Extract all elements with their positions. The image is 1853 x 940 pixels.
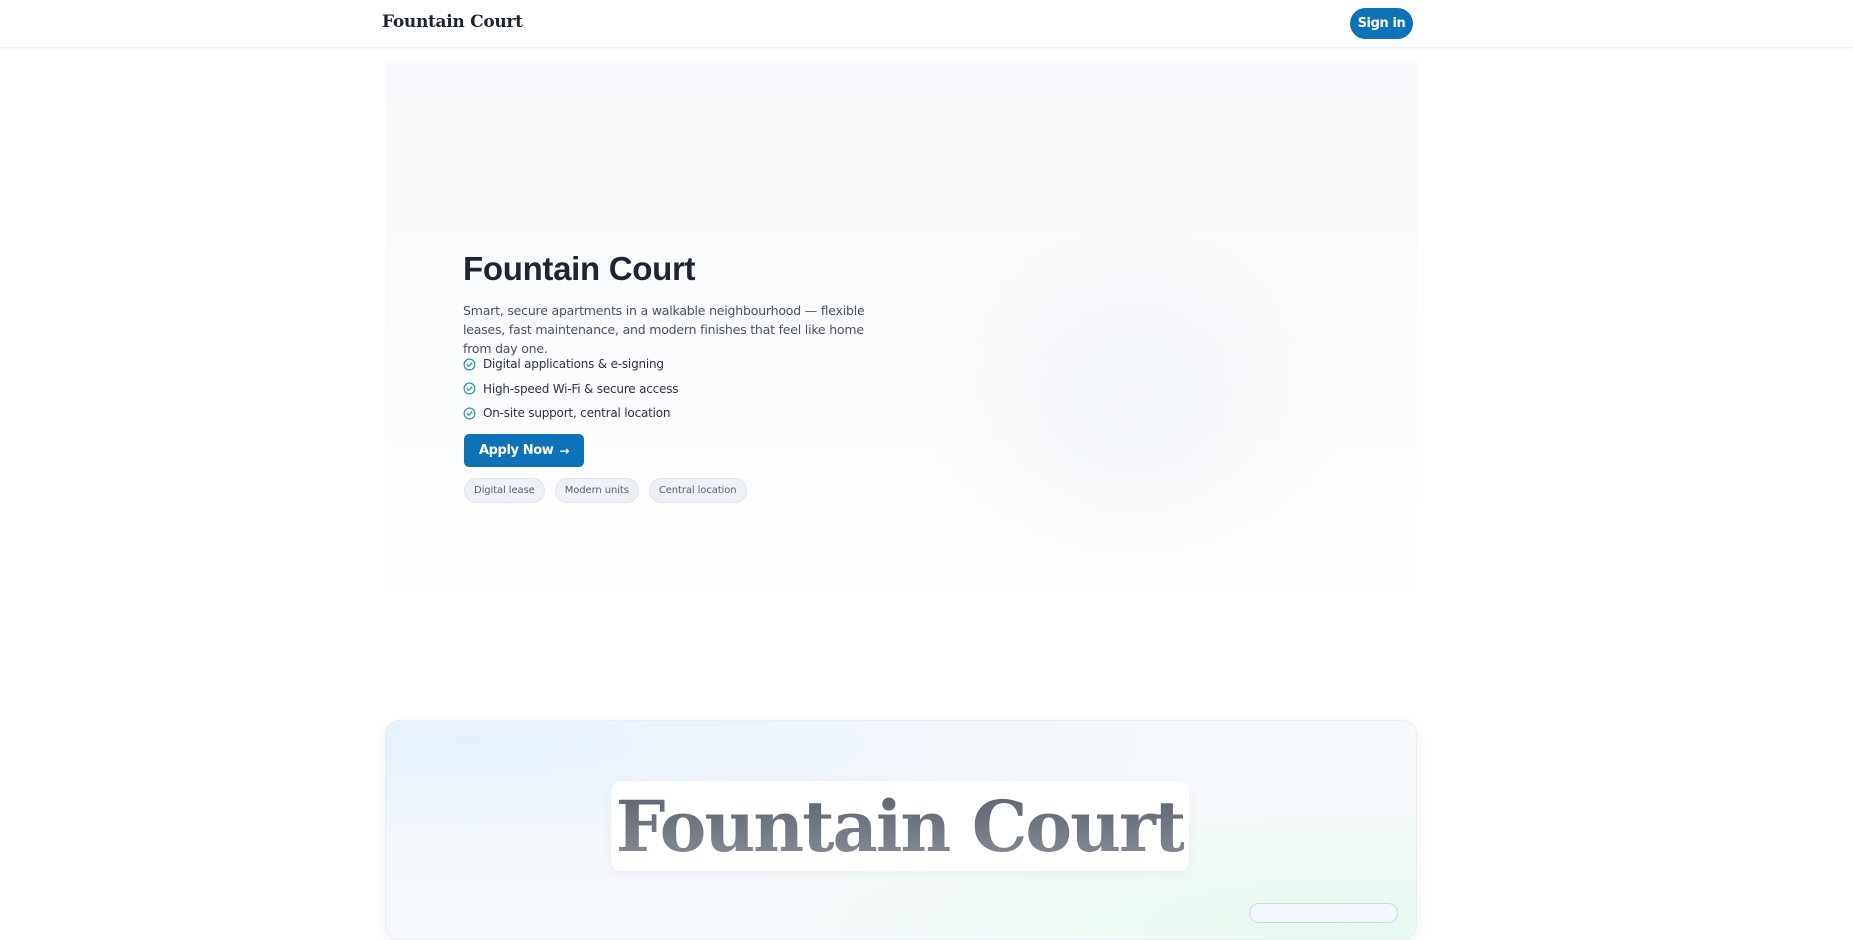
feature-label: High-speed Wi-Fi & secure access: [483, 381, 679, 396]
tag-modern-units: Modern units: [554, 478, 639, 503]
arrow-right-icon: →: [559, 443, 569, 458]
brand-logo[interactable]: Fountain Court: [382, 12, 523, 32]
feature-list: Digital applications & e-signing High-sp…: [463, 352, 679, 426]
feature-item: Digital applications & e-signing: [463, 352, 678, 377]
hero-description: Smart, secure apartments in a walkable n…: [463, 303, 865, 356]
tag-central-location: Central location: [648, 478, 747, 503]
hero-image-placeholder: [925, 221, 1345, 591]
apply-now-button[interactable]: Apply Now →: [464, 434, 584, 467]
showcase-title-box: Fountain Court: [611, 781, 1189, 871]
check-circle-icon: [463, 382, 476, 395]
hero-title: Fountain Court: [463, 250, 696, 287]
sign-in-button[interactable]: Sign in: [1350, 8, 1413, 39]
feature-label: Digital applications & e-signing: [483, 357, 664, 372]
feature-label: On-site support, central location: [483, 406, 671, 421]
feature-item: On-site support, central location: [463, 401, 678, 426]
tag-list: Digital lease Modern units Central locat…: [464, 478, 747, 503]
check-circle-icon: [463, 407, 476, 420]
feature-item: High-speed Wi-Fi & secure access: [463, 377, 679, 402]
showcase-title: Fountain Court: [615, 784, 1186, 868]
top-navigation-bar: Fountain Court Sign in: [0, 0, 1853, 48]
check-circle-icon: [463, 358, 476, 371]
tag-digital-lease: Digital lease: [464, 478, 545, 503]
apply-now-label: Apply Now: [478, 443, 554, 458]
showcase-badge: [1249, 903, 1398, 923]
